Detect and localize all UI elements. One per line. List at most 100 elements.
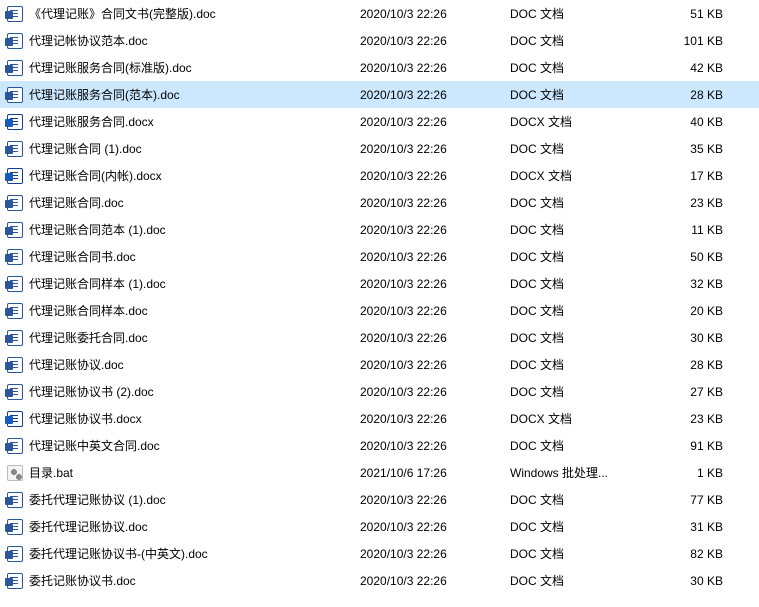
file-icon-cell	[5, 60, 25, 76]
file-size: 27 KB	[650, 385, 735, 399]
file-row[interactable]: 委托代理记账协议.doc2020/10/3 22:26DOC 文档31 KB	[0, 513, 759, 540]
batch-file-icon	[7, 465, 23, 481]
file-size: 17 KB	[650, 169, 735, 183]
file-date: 2020/10/3 22:26	[360, 250, 510, 264]
file-date: 2020/10/3 22:26	[360, 7, 510, 21]
file-name: 代理记账合同.doc	[25, 194, 360, 211]
file-date: 2020/10/3 22:26	[360, 61, 510, 75]
file-icon-cell	[5, 249, 25, 265]
file-type: DOC 文档	[510, 356, 650, 373]
file-type: DOCX 文档	[510, 113, 650, 130]
file-icon-cell	[5, 114, 25, 130]
file-date: 2021/10/6 17:26	[360, 466, 510, 480]
file-row[interactable]: 代理记账合同样本 (1).doc2020/10/3 22:26DOC 文档32 …	[0, 270, 759, 297]
file-type: DOC 文档	[510, 221, 650, 238]
file-row[interactable]: 代理记账合同样本.doc2020/10/3 22:26DOC 文档20 KB	[0, 297, 759, 324]
word-doc-icon	[7, 276, 23, 292]
file-row[interactable]: 目录.bat2021/10/6 17:26Windows 批处理...1 KB	[0, 459, 759, 486]
file-size: 32 KB	[650, 277, 735, 291]
file-icon-cell	[5, 546, 25, 562]
file-icon-cell	[5, 6, 25, 22]
file-row[interactable]: 代理记账服务合同(范本).doc2020/10/3 22:26DOC 文档28 …	[0, 81, 759, 108]
file-name: 代理记账合同书.doc	[25, 248, 360, 265]
file-size: 101 KB	[650, 34, 735, 48]
file-name: 代理记账协议书.docx	[25, 410, 360, 427]
file-row[interactable]: 委托代理记账协议 (1).doc2020/10/3 22:26DOC 文档77 …	[0, 486, 759, 513]
file-date: 2020/10/3 22:26	[360, 331, 510, 345]
file-date: 2020/10/3 22:26	[360, 358, 510, 372]
file-size: 31 KB	[650, 520, 735, 534]
file-type: DOC 文档	[510, 140, 650, 157]
file-row[interactable]: 代理记账合同范本 (1).doc2020/10/3 22:26DOC 文档11 …	[0, 216, 759, 243]
file-type: Windows 批处理...	[510, 464, 650, 481]
file-date: 2020/10/3 22:26	[360, 547, 510, 561]
file-type: DOCX 文档	[510, 410, 650, 427]
file-type: DOC 文档	[510, 59, 650, 76]
file-name: 代理记账服务合同(范本).doc	[25, 86, 360, 103]
file-icon-cell	[5, 519, 25, 535]
file-row[interactable]: 委托代理记账协议书-(中英文).doc2020/10/3 22:26DOC 文档…	[0, 540, 759, 567]
file-type: DOC 文档	[510, 329, 650, 346]
file-size: 82 KB	[650, 547, 735, 561]
file-row[interactable]: 代理记账协议.doc2020/10/3 22:26DOC 文档28 KB	[0, 351, 759, 378]
file-row[interactable]: 代理记账协议书 (2).doc2020/10/3 22:26DOC 文档27 K…	[0, 378, 759, 405]
word-doc-icon	[7, 6, 23, 22]
file-date: 2020/10/3 22:26	[360, 385, 510, 399]
file-name: 目录.bat	[25, 464, 360, 481]
file-size: 1 KB	[650, 466, 735, 480]
file-icon-cell	[5, 330, 25, 346]
file-row[interactable]: 代理记帐协议范本.doc2020/10/3 22:26DOC 文档101 KB	[0, 27, 759, 54]
file-name: 代理记账合同(内帐).docx	[25, 167, 360, 184]
file-size: 28 KB	[650, 358, 735, 372]
file-row[interactable]: 代理记账合同.doc2020/10/3 22:26DOC 文档23 KB	[0, 189, 759, 216]
file-size: 35 KB	[650, 142, 735, 156]
file-type: DOC 文档	[510, 32, 650, 49]
file-type: DOC 文档	[510, 545, 650, 562]
file-name: 代理记账委托合同.doc	[25, 329, 360, 346]
file-name: 代理记账协议书 (2).doc	[25, 383, 360, 400]
file-row[interactable]: 代理记账协议书.docx2020/10/3 22:26DOCX 文档23 KB	[0, 405, 759, 432]
file-type: DOC 文档	[510, 5, 650, 22]
file-name: 委托代理记账协议.doc	[25, 518, 360, 535]
file-date: 2020/10/3 22:26	[360, 169, 510, 183]
file-icon-cell	[5, 87, 25, 103]
file-type: DOC 文档	[510, 248, 650, 265]
file-date: 2020/10/3 22:26	[360, 277, 510, 291]
file-icon-cell	[5, 384, 25, 400]
file-name: 代理记账合同范本 (1).doc	[25, 221, 360, 238]
file-icon-cell	[5, 465, 25, 481]
file-type: DOC 文档	[510, 518, 650, 535]
file-type: DOC 文档	[510, 383, 650, 400]
file-icon-cell	[5, 492, 25, 508]
file-name: 《代理记账》合同文书(完整版).doc	[25, 5, 360, 22]
file-row[interactable]: 代理记账服务合同.docx2020/10/3 22:26DOCX 文档40 KB	[0, 108, 759, 135]
file-name: 代理记账服务合同.docx	[25, 113, 360, 130]
file-type: DOC 文档	[510, 491, 650, 508]
file-row[interactable]: 《代理记账》合同文书(完整版).doc2020/10/3 22:26DOC 文档…	[0, 0, 759, 27]
file-list[interactable]: 《代理记账》合同文书(完整版).doc2020/10/3 22:26DOC 文档…	[0, 0, 759, 594]
word-doc-icon	[7, 60, 23, 76]
file-date: 2020/10/3 22:26	[360, 493, 510, 507]
file-row[interactable]: 代理记账合同 (1).doc2020/10/3 22:26DOC 文档35 KB	[0, 135, 759, 162]
file-row[interactable]: 代理记账服务合同(标准版).doc2020/10/3 22:26DOC 文档42…	[0, 54, 759, 81]
file-icon-cell	[5, 276, 25, 292]
file-date: 2020/10/3 22:26	[360, 34, 510, 48]
file-name: 代理记帐协议范本.doc	[25, 32, 360, 49]
file-type: DOC 文档	[510, 572, 650, 589]
file-size: 50 KB	[650, 250, 735, 264]
file-date: 2020/10/3 22:26	[360, 223, 510, 237]
file-row[interactable]: 委托记账协议书.doc2020/10/3 22:26DOC 文档30 KB	[0, 567, 759, 594]
file-row[interactable]: 代理记账合同(内帐).docx2020/10/3 22:26DOCX 文档17 …	[0, 162, 759, 189]
word-doc-icon	[7, 384, 23, 400]
word-doc-icon	[7, 303, 23, 319]
file-row[interactable]: 代理记账合同书.doc2020/10/3 22:26DOC 文档50 KB	[0, 243, 759, 270]
word-doc-icon	[7, 249, 23, 265]
file-row[interactable]: 代理记账中英文合同.doc2020/10/3 22:26DOC 文档91 KB	[0, 432, 759, 459]
word-docx-icon	[7, 411, 23, 427]
word-docx-icon	[7, 168, 23, 184]
file-size: 42 KB	[650, 61, 735, 75]
file-name: 委托代理记账协议书-(中英文).doc	[25, 545, 360, 562]
file-row[interactable]: 代理记账委托合同.doc2020/10/3 22:26DOC 文档30 KB	[0, 324, 759, 351]
file-icon-cell	[5, 141, 25, 157]
file-name: 代理记账协议.doc	[25, 356, 360, 373]
